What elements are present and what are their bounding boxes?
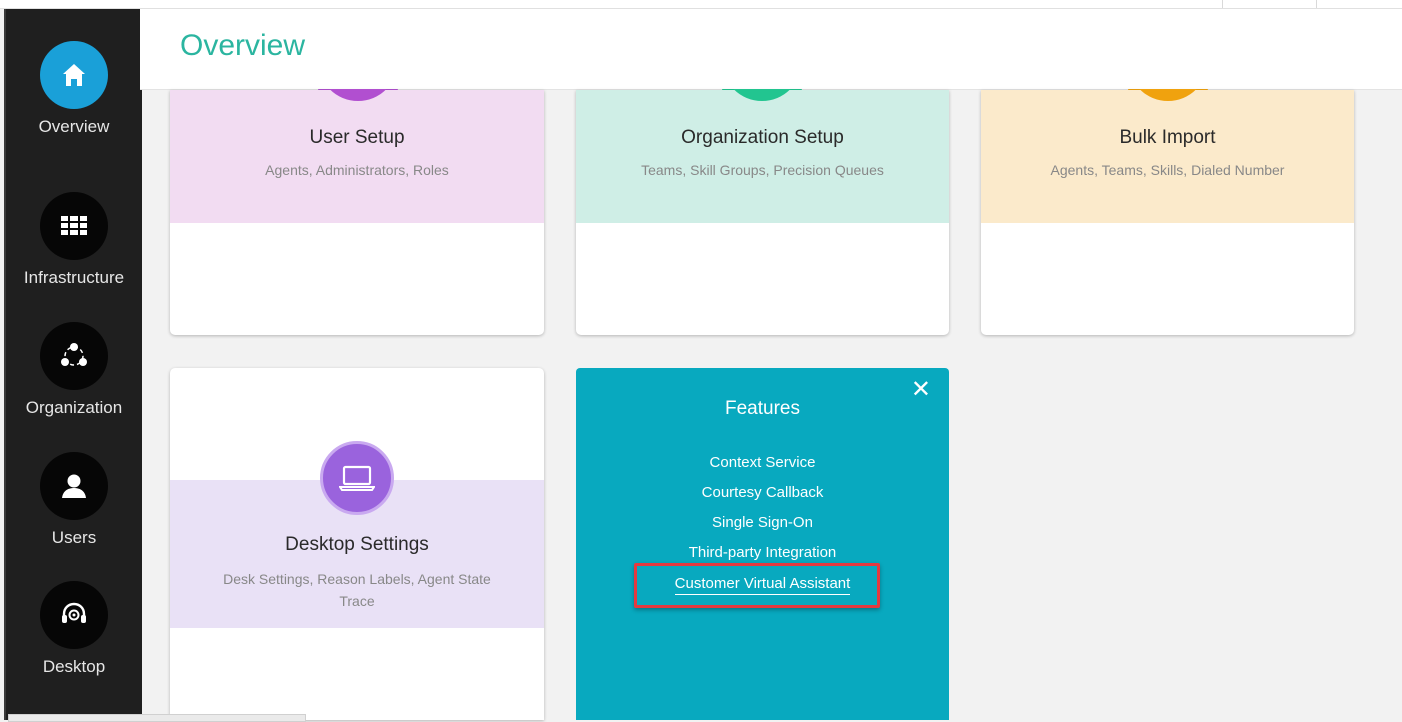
sidebar-item-label: Desktop bbox=[42, 657, 106, 676]
features-panel: ✕ Features Context Service Courtesy Call… bbox=[576, 368, 949, 720]
network-icon bbox=[40, 322, 108, 390]
sidebar-item-desktop[interactable]: Desktop bbox=[6, 581, 142, 677]
home-icon bbox=[40, 41, 108, 109]
card-subtitle-line: Desk Settings, Reason Labels, Agent Stat… bbox=[223, 571, 491, 587]
card-subtitle-line: Trace bbox=[339, 593, 375, 609]
feature-link-label: Single Sign-On bbox=[712, 514, 813, 531]
highlight-box bbox=[634, 563, 880, 608]
sidebar-item-label: Users bbox=[51, 528, 97, 547]
sidebar-item-organization[interactable]: Organization bbox=[6, 322, 142, 418]
top-strip bbox=[0, 0, 1402, 9]
user-setup-icon-peek bbox=[318, 89, 398, 101]
user-setup-card[interactable]: User Setup Agents, Administrators, Roles bbox=[170, 90, 544, 335]
card-title: Organization Setup bbox=[681, 127, 844, 148]
user-icon bbox=[40, 452, 108, 520]
card-subtitle: Agents, Administrators, Roles bbox=[265, 162, 449, 178]
grid-icon bbox=[40, 192, 108, 260]
bottom-tooltip-edge bbox=[8, 714, 306, 722]
sidebar-item-overview[interactable]: Overview bbox=[6, 41, 142, 137]
laptop-icon bbox=[320, 441, 394, 515]
card-band bbox=[170, 90, 544, 223]
feature-link-label: Context Service bbox=[709, 454, 816, 471]
feature-link-label: Third-party Integration bbox=[688, 544, 837, 561]
card-band bbox=[576, 90, 949, 223]
features-title: Features bbox=[725, 398, 800, 419]
feature-link-third-party-integration[interactable]: Third-party Integration bbox=[576, 544, 949, 561]
organization-setup-card[interactable]: Organization Setup Teams, Skill Groups, … bbox=[576, 90, 949, 335]
organization-setup-icon-peek bbox=[722, 89, 802, 101]
card-subtitle: Teams, Skill Groups, Precision Queues bbox=[641, 162, 884, 178]
card-title: Bulk Import bbox=[1119, 127, 1216, 148]
card-title: User Setup bbox=[309, 127, 405, 148]
sidebar-item-label: Infrastructure bbox=[23, 268, 125, 287]
card-subtitle: Agents, Teams, Skills, Dialed Number bbox=[1050, 162, 1285, 178]
bulk-import-icon-peek bbox=[1128, 89, 1208, 101]
sidebar-item-label: Organization bbox=[25, 398, 123, 417]
feature-link-courtesy-callback[interactable]: Courtesy Callback bbox=[576, 484, 949, 501]
feature-link-label: Courtesy Callback bbox=[701, 484, 824, 501]
sidebar-nav: Overview Infrastructure Organization Use… bbox=[4, 9, 142, 720]
top-strip-divider bbox=[1222, 0, 1223, 8]
sidebar-item-users[interactable]: Users bbox=[6, 452, 142, 548]
card-title: Desktop Settings bbox=[285, 534, 429, 555]
sidebar-item-label: Overview bbox=[38, 117, 110, 136]
card-subtitle: Desk Settings, Reason Labels, Agent Stat… bbox=[170, 568, 544, 612]
page-title-overlay: Overview bbox=[180, 29, 306, 62]
bulk-import-card[interactable]: Bulk Import Agents, Teams, Skills, Diale… bbox=[981, 90, 1354, 335]
desktop-settings-card[interactable]: Desktop Settings Desk Settings, Reason L… bbox=[170, 368, 544, 720]
feature-link-context-service[interactable]: Context Service bbox=[576, 454, 949, 471]
headset-gear-icon bbox=[40, 581, 108, 649]
top-strip-divider bbox=[1316, 0, 1317, 8]
card-band bbox=[981, 90, 1354, 223]
sidebar-item-infrastructure[interactable]: Infrastructure bbox=[6, 192, 142, 288]
feature-link-single-sign-on[interactable]: Single Sign-On bbox=[576, 514, 949, 531]
